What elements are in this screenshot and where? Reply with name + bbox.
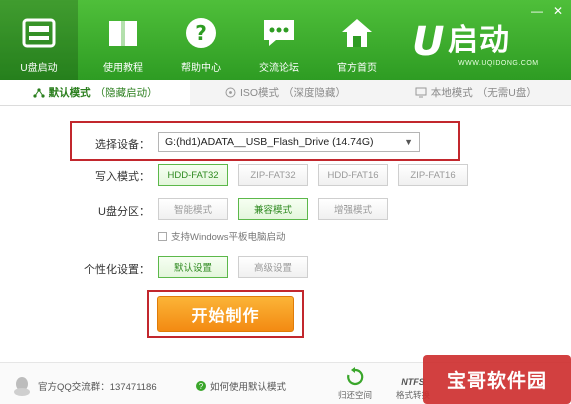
device-label: 选择设备： (95, 139, 150, 151)
partition-option-smart[interactable]: 智能模式 (158, 198, 228, 220)
checkbox-box[interactable] (158, 231, 167, 241)
checkbox-label: 支持Windows平板电脑启动 (171, 232, 286, 243)
chevron-down-icon: ▼ (404, 137, 413, 147)
write-option-hdd-fat32[interactable]: HDD-FAT32 (158, 164, 228, 186)
write-option-zip-fat32[interactable]: ZIP-FAT32 (238, 164, 308, 186)
write-option-hdd-fat16[interactable]: HDD-FAT16 (318, 164, 388, 186)
restore-icon (346, 363, 364, 387)
ntfs-badge: NTFS (401, 377, 425, 387)
tab-label: 默认模式 (48, 87, 91, 99)
brand-url: WWW.UQIDONG.COM (458, 60, 539, 67)
mode-tabs: 默认模式 （隐藏启动） ISO模式 （深度隐藏） 本地模式 （无需U盘） (0, 80, 571, 106)
nav-forum[interactable]: 交流论坛 (240, 0, 318, 80)
personal-option-default[interactable]: 默认设置 (158, 256, 228, 278)
nav-label: 官方首页 (337, 63, 377, 74)
book-icon (103, 13, 143, 53)
write-mode-label: 写入模式： (95, 171, 150, 183)
share-icon (33, 87, 45, 98)
header: U盘启动 使用教程 ? 帮助中心 交流论坛 官方首页 U 启动 WWW.UQID… (0, 0, 571, 80)
tab-default-mode[interactable]: 默认模式 （隐藏启动） (0, 80, 191, 105)
nav-home[interactable]: 官方首页 (318, 0, 396, 80)
nav-usb-boot[interactable]: U盘启动 (0, 0, 78, 80)
device-select[interactable]: G:(hd1)ADATA__USB_Flash_Drive (14.74G) ▼ (158, 132, 420, 152)
help-icon: ? (196, 381, 206, 391)
nav-tutorial[interactable]: 使用教程 (84, 0, 162, 80)
brand-name: 启动 (448, 24, 510, 57)
help-default-mode-link[interactable]: ? 如何使用默认模式 (196, 379, 286, 393)
device-select-value: G:(hd1)ADATA__USB_Flash_Drive (14.74G) (165, 136, 374, 148)
qq-penguin-icon (14, 377, 30, 396)
tab-iso-mode[interactable]: ISO模式 （深度隐藏） (190, 80, 380, 105)
partition-option-compatible[interactable]: 兼容模式 (238, 198, 308, 220)
monitor-icon (415, 87, 427, 98)
window-controls: — ✕ (531, 4, 563, 18)
start-make-button[interactable]: 开始制作 (157, 296, 294, 332)
personal-label: 个性化设置： (84, 264, 150, 276)
qq-group-text: 官方QQ交流群：137471186 (38, 382, 157, 393)
nav-label: 交流论坛 (259, 63, 299, 74)
brand-letter: U (412, 19, 445, 65)
home-icon (337, 13, 377, 53)
tab-local-mode[interactable]: 本地模式 （无需U盘） (381, 80, 571, 105)
disc-icon (225, 87, 236, 98)
watermark: 宝哥软件园 (423, 355, 571, 404)
tab-sub-label: （隐藏启动） (94, 87, 158, 99)
ntfs-icon: NTFS (401, 363, 425, 387)
nav-label: U盘启动 (20, 63, 58, 74)
partition-label: U盘分区： (98, 206, 150, 218)
tablet-boot-checkbox[interactable]: 支持Windows平板电脑启动 (158, 229, 286, 243)
tab-label: 本地模式 (430, 87, 473, 99)
question-icon: ? (181, 13, 221, 53)
tab-sub-label: （无需U盘） (476, 87, 537, 99)
qq-group[interactable]: 官方QQ交流群：137471186 (12, 375, 157, 397)
write-option-zip-fat16[interactable]: ZIP-FAT16 (398, 164, 468, 186)
close-icon[interactable]: ✕ (553, 4, 563, 18)
tab-sub-label: （深度隐藏） (283, 87, 347, 99)
personal-option-advanced[interactable]: 高级设置 (238, 256, 308, 278)
nav-label: 使用教程 (103, 63, 143, 74)
minimize-icon[interactable]: — (531, 4, 543, 18)
tab-label: ISO模式 (239, 87, 280, 99)
partition-option-enhanced[interactable]: 增强模式 (318, 198, 388, 220)
main-nav: U盘启动 使用教程 ? 帮助中心 交流论坛 官方首页 (0, 0, 396, 80)
usb-drive-icon (19, 13, 59, 53)
svg-text:?: ? (195, 21, 207, 45)
help-link-text: 如何使用默认模式 (210, 382, 287, 393)
nav-help-center[interactable]: ? 帮助中心 (162, 0, 240, 80)
chat-bubble-icon (259, 13, 299, 53)
brand-logo: U 启动 WWW.UQIDONG.COM (412, 22, 544, 72)
tool-label: 归还空间 (337, 390, 372, 400)
restore-space-tool[interactable]: 归还空间 (330, 363, 380, 401)
nav-label: 帮助中心 (181, 63, 221, 74)
